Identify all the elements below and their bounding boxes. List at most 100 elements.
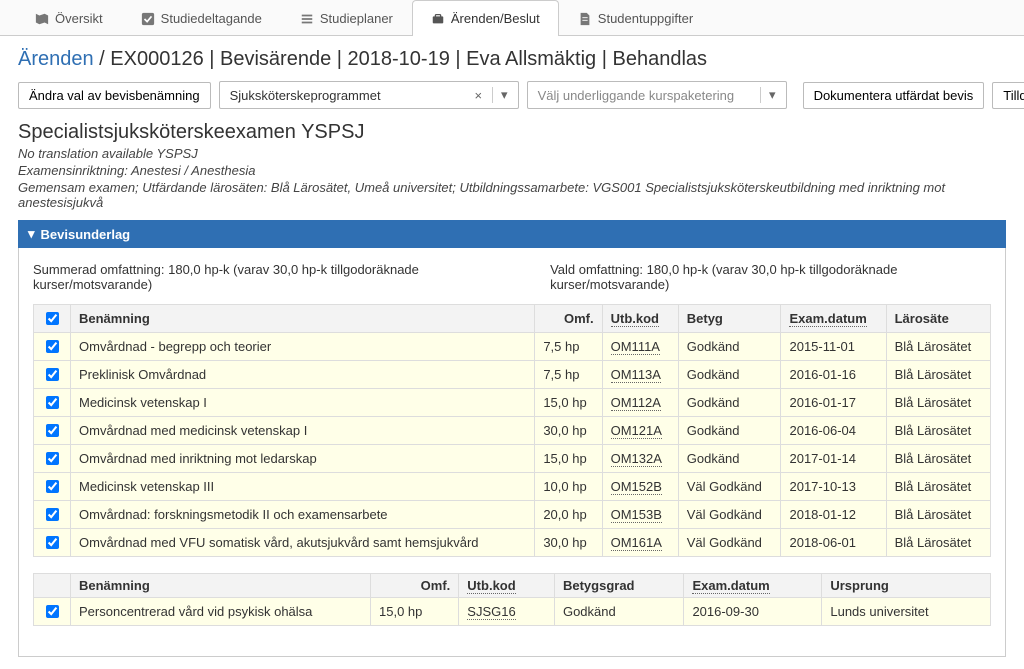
tab-student[interactable]: Studentuppgifter [559, 0, 712, 36]
col-date: Exam.datum [684, 574, 822, 598]
col-school: Lärosäte [886, 305, 990, 333]
package-combo[interactable]: Välj underliggande kurspaketering ▾ [527, 81, 787, 109]
change-name-button[interactable]: Ändra val av bevisbenämning [18, 82, 211, 109]
document-icon [578, 12, 592, 26]
cell-grade: Väl Godkänd [678, 501, 781, 529]
row-checkbox[interactable] [46, 508, 59, 521]
cell-code: OM132A [602, 445, 678, 473]
tab-overview[interactable]: Översikt [16, 0, 122, 36]
row-checkbox[interactable] [46, 340, 59, 353]
map-icon [35, 12, 49, 26]
summary-selected: Vald omfattning: 180,0 hp-k (varav 30,0 … [550, 262, 991, 292]
assign-button[interactable]: Tilldela [992, 82, 1024, 109]
table-row[interactable]: Preklinisk Omvårdnad7,5 hpOM113AGodkänd2… [34, 361, 991, 389]
cell-ext: 7,5 hp [535, 361, 602, 389]
tab-label: Studieplaner [320, 11, 393, 26]
clear-icon[interactable]: × [470, 88, 486, 103]
section-header[interactable]: ▾ Bevisunderlag [18, 220, 1006, 248]
breadcrumb-rest: / EX000126 | Bevisärende | 2018-10-19 | … [94, 48, 707, 70]
table-row[interactable]: Medicinsk vetenskap I15,0 hpOM112AGodkän… [34, 389, 991, 417]
table-row[interactable]: Omvårdnad: forskningsmetodik II och exam… [34, 501, 991, 529]
select-all-checkbox[interactable] [46, 312, 59, 325]
program-value: Sjuksköterskeprogrammet [230, 88, 381, 103]
cell-origin: Lunds universitet [822, 598, 991, 626]
cell-grade: Godkänd [678, 417, 781, 445]
breadcrumb-link[interactable]: Ärenden [18, 48, 94, 70]
cell-grade: Godkänd [554, 598, 683, 626]
table-row[interactable]: Omvårdnad med inriktning mot ledarskap15… [34, 445, 991, 473]
cell-code: OM113A [602, 361, 678, 389]
tab-label: Studiedeltagande [161, 11, 262, 26]
section-body: Summerad omfattning: 180,0 hp-k (varav 3… [18, 248, 1006, 657]
row-checkbox[interactable] [46, 424, 59, 437]
tab-plans[interactable]: Studieplaner [281, 0, 412, 36]
tab-participation[interactable]: Studiedeltagande [122, 0, 281, 36]
tab-label: Studentuppgifter [598, 11, 693, 26]
main-tabs: Översikt Studiedeltagande Studieplaner Ä… [0, 0, 1024, 36]
col-name: Benämning [71, 305, 535, 333]
table-row[interactable]: Omvårdnad med VFU somatisk vård, akutsju… [34, 529, 991, 557]
joint-exam-info: Gemensam examen; Utfärdande lärosäten: B… [18, 180, 1006, 210]
table-row[interactable]: Omvårdnad med medicinsk vetenskap I30,0 … [34, 417, 991, 445]
cell-date: 2016-01-17 [781, 389, 886, 417]
cell-grade: Väl Godkänd [678, 529, 781, 557]
cell-school: Blå Lärosätet [886, 417, 990, 445]
table-row[interactable]: Omvårdnad - begrepp och teorier7,5 hpOM1… [34, 333, 991, 361]
cell-school: Blå Lärosätet [886, 445, 990, 473]
row-checkbox[interactable] [46, 480, 59, 493]
row-checkbox[interactable] [46, 396, 59, 409]
cell-date: 2016-01-16 [781, 361, 886, 389]
tab-cases[interactable]: Ärenden/Beslut [412, 0, 559, 36]
cell-name: Omvårdnad med inriktning mot ledarskap [71, 445, 535, 473]
row-checkbox[interactable] [46, 368, 59, 381]
cell-ext: 30,0 hp [535, 529, 602, 557]
cell-code: OM121A [602, 417, 678, 445]
cell-date: 2017-01-14 [781, 445, 886, 473]
courses-table-1: Benämning Omf. Utb.kod Betyg Exam.datum … [33, 304, 991, 557]
program-combo[interactable]: Sjuksköterskeprogrammet × ▾ [219, 81, 519, 109]
row-checkbox[interactable] [46, 536, 59, 549]
row-checkbox[interactable] [46, 452, 59, 465]
cell-code: OM112A [602, 389, 678, 417]
page-title: Specialistsjuksköterskeexamen YSPSJ [18, 121, 1006, 144]
summary-summed: Summerad omfattning: 180,0 hp-k (varav 3… [33, 262, 510, 292]
col-code: Utb.kod [459, 574, 555, 598]
col-grade: Betyg [678, 305, 781, 333]
tab-label: Översikt [55, 11, 103, 26]
cell-name: Medicinsk vetenskap III [71, 473, 535, 501]
col-code: Utb.kod [602, 305, 678, 333]
chevron-down-icon[interactable]: ▾ [760, 87, 776, 103]
cell-code: OM111A [602, 333, 678, 361]
cell-ext: 15,0 hp [371, 598, 459, 626]
cell-name: Omvårdnad: forskningsmetodik II och exam… [71, 501, 535, 529]
cell-date: 2018-06-01 [781, 529, 886, 557]
col-name: Benämning [71, 574, 371, 598]
table-row[interactable]: Medicinsk vetenskap III10,0 hpOM152BVäl … [34, 473, 991, 501]
row-checkbox[interactable] [46, 605, 59, 618]
cell-name: Omvårdnad med medicinsk vetenskap I [71, 417, 535, 445]
list-icon [300, 12, 314, 26]
cell-code: SJSG16 [459, 598, 555, 626]
col-ext: Omf. [371, 574, 459, 598]
check-square-icon [141, 12, 155, 26]
cell-ext: 7,5 hp [535, 333, 602, 361]
document-cert-button[interactable]: Dokumentera utfärdat bevis [803, 82, 985, 109]
cell-school: Blå Lärosätet [886, 389, 990, 417]
chevron-down-icon[interactable]: ▾ [492, 87, 508, 103]
col-origin: Ursprung [822, 574, 991, 598]
cell-date: 2017-10-13 [781, 473, 886, 501]
exam-orientation: Examensinriktning: Anestesi / Anesthesia [18, 163, 1006, 178]
package-placeholder: Välj underliggande kurspaketering [538, 88, 735, 103]
table-row[interactable]: Personcentrerad vård vid psykisk ohälsa1… [34, 598, 991, 626]
caret-down-icon: ▾ [28, 226, 35, 242]
cell-code: OM153B [602, 501, 678, 529]
cell-name: Omvårdnad - begrepp och teorier [71, 333, 535, 361]
cell-name: Medicinsk vetenskap I [71, 389, 535, 417]
cell-date: 2015-11-01 [781, 333, 886, 361]
cell-ext: 15,0 hp [535, 389, 602, 417]
control-row: Ändra val av bevisbenämning Sjukskötersk… [18, 81, 1006, 109]
cell-school: Blå Lärosätet [886, 529, 990, 557]
courses-table-2: Benämning Omf. Utb.kod Betygsgrad Exam.d… [33, 573, 991, 626]
cell-name: Personcentrerad vård vid psykisk ohälsa [71, 598, 371, 626]
cell-grade: Godkänd [678, 389, 781, 417]
